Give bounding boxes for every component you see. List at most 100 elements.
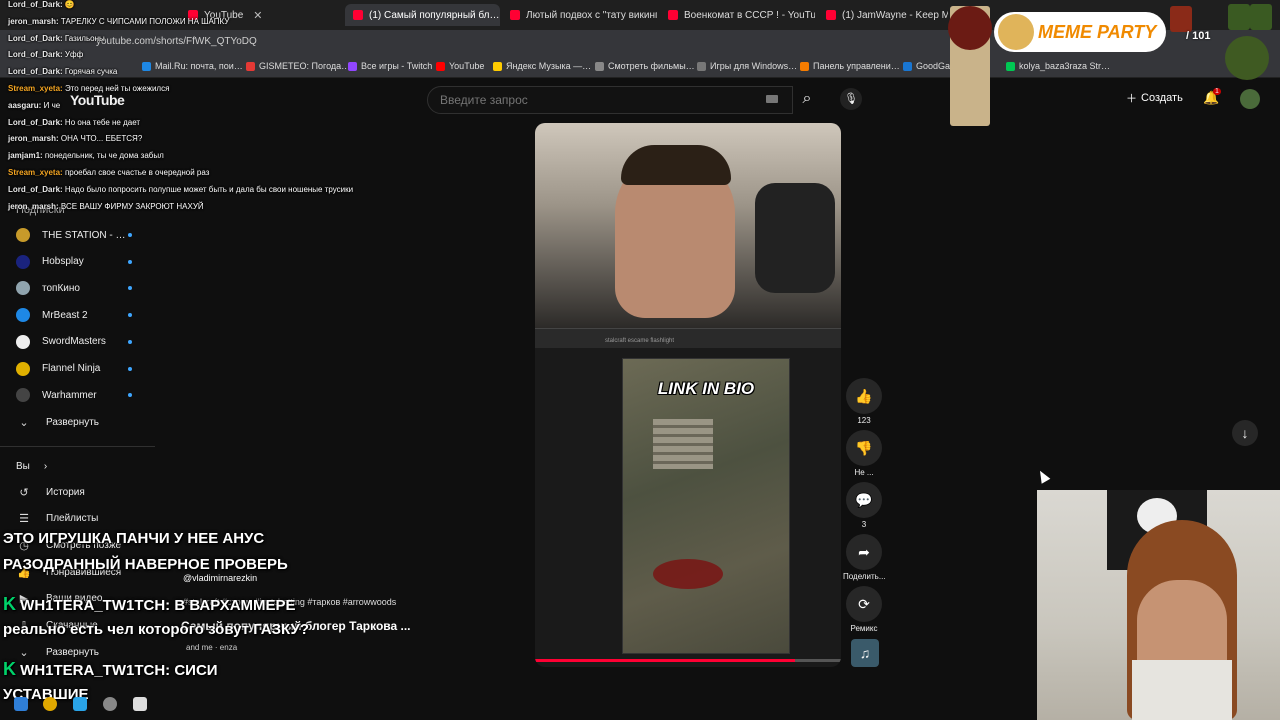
subscription-item[interactable]: Warhammer xyxy=(16,386,132,404)
bookmark-youtube[interactable]: YouTube xyxy=(436,61,484,71)
avatar[interactable] xyxy=(1240,89,1260,109)
browser-tab-active[interactable]: (1) Самый популярный бл…✕ xyxy=(345,4,500,26)
kick-badge-icon: K xyxy=(3,659,16,679)
chat-nick: Stream_xyeta: xyxy=(8,168,63,177)
youtube-icon xyxy=(510,10,520,20)
shorts-player[interactable]: stalcraft escame flashlight LINK IN BIO xyxy=(535,123,841,667)
share-icon: ➦ xyxy=(846,534,882,570)
game-search-text: stalcraft escame flashlight xyxy=(605,338,675,344)
chat-message: Lord_of_Dark: Уфф xyxy=(8,50,83,59)
viewer-counter: / 101 xyxy=(1186,30,1211,42)
audio-thumbnail[interactable]: ♫ xyxy=(851,639,879,667)
you-item[interactable]: ☰ Плейлисты xyxy=(16,510,98,528)
url-text[interactable]: youtube.com/shorts/FfWK_QTYoDQ xyxy=(96,36,257,47)
medal-icon xyxy=(1250,4,1272,30)
bookmark-gismeteo[interactable]: GISMETEO: Погода… xyxy=(246,61,350,71)
bookmark-films[interactable]: Смотреть фильмы… xyxy=(595,61,695,71)
subscription-item[interactable]: SwordMasters xyxy=(16,333,132,351)
live-dot xyxy=(128,313,132,318)
bookmark-panel[interactable]: Панель управлени… xyxy=(800,61,900,71)
music-label[interactable]: and me · enza xyxy=(186,643,237,652)
bookmark-twitch[interactable]: Все игры - Twitch xyxy=(348,61,432,71)
bookmarks-bar: Mail.Ru: почта, пои… GISMETEO: Погода… В… xyxy=(0,56,1280,78)
channel-avatar xyxy=(16,308,30,323)
youtube-header: YouTube ⌕ 🎙 ＋Создать 🔔 1 xyxy=(0,80,1280,120)
chat-nick: jeron_marsh: xyxy=(8,201,59,211)
subscription-item[interactable]: THE STATION - … xyxy=(16,226,132,244)
chat-message: Stream_xyeta: проебал свое счастье в оче… xyxy=(8,168,209,177)
browser-tab[interactable]: (1) JamWayne - Keep Moving xyxy=(818,4,948,26)
wax-seal xyxy=(948,6,992,50)
you-item[interactable]: ↺ История xyxy=(16,483,84,501)
share-button[interactable]: ➦ Поделить... xyxy=(843,534,886,581)
channel-avatar xyxy=(16,281,30,296)
live-dot xyxy=(128,286,132,291)
playlist-icon: ☰ xyxy=(19,513,29,526)
youtube-icon xyxy=(436,61,445,71)
chat-message: Stream_xyeta: Это перед ней ты ожежился xyxy=(8,84,169,93)
bookmark-kick[interactable]: kolya_baza3raza Str… xyxy=(1006,61,1110,71)
youtube-logo[interactable]: YouTube xyxy=(70,92,125,108)
chat-message: jeron_marsh: ВСЕ ВАШУ ФИРМУ ЗАКРОЮТ НАХУ… xyxy=(8,202,204,211)
live-dot xyxy=(128,259,132,264)
orc-emblem xyxy=(1225,36,1269,80)
video-progress-bar[interactable] xyxy=(535,659,841,662)
channel-avatar xyxy=(16,228,30,242)
search-input[interactable] xyxy=(428,87,728,113)
channel-avatar xyxy=(16,334,30,349)
thumbs-down-icon: 👎 xyxy=(846,430,882,466)
chat-text: Надо было попросить полупше может быть и… xyxy=(64,184,354,194)
close-icon[interactable]: ✕ xyxy=(253,9,262,22)
chat-text: проебал свое счастье в очередной раз xyxy=(64,168,210,177)
chat-nick: Lord_of_Dark: xyxy=(8,67,63,77)
chrome-icon[interactable] xyxy=(43,697,57,711)
chat-text: Это перед ней ты ожежился xyxy=(64,84,170,93)
chat-nick: Lord_of_Dark: xyxy=(8,0,63,9)
panel-icon xyxy=(800,61,809,71)
chat-message: aasgaru: И че xyxy=(8,101,60,110)
browser-tab[interactable]: Военкомат в СССР ! - YouTube✕ xyxy=(660,4,815,26)
caption-line: K WH1TERA_TW1TCH: СИСИ xyxy=(3,659,218,679)
youtube-icon xyxy=(668,10,678,20)
settings-icon[interactable] xyxy=(103,697,117,711)
arrow-down-icon[interactable]: ↓ xyxy=(1232,420,1258,446)
bookmark-yandex-music[interactable]: Яндекс Музыка —… xyxy=(493,61,591,71)
expand-subscriptions-button[interactable]: ⌄ Развернуть xyxy=(16,413,99,431)
search-icon[interactable]: ⌕ xyxy=(793,86,821,114)
bookmark-games[interactable]: Игры для Windows… xyxy=(697,61,797,71)
windows-start-icon[interactable] xyxy=(14,697,28,711)
chat-nick: Lord_of_Dark: xyxy=(8,184,63,194)
search-box[interactable] xyxy=(427,86,793,114)
subscription-item[interactable]: Hobsplay xyxy=(16,253,132,271)
browser-strip xyxy=(535,328,841,348)
kick-icon xyxy=(1006,61,1015,71)
chat-message: jamjam1: понедельник, ты че дома забыл xyxy=(8,151,164,160)
like-button[interactable]: 👍 123 xyxy=(843,378,885,425)
browser-tab[interactable]: Лютый подвох с "тату викингов"✕ xyxy=(502,4,657,26)
channel-avatar xyxy=(16,388,30,403)
subscription-item[interactable]: топКино xyxy=(16,279,132,297)
folder-icon xyxy=(595,61,604,71)
microphone-icon[interactable]: 🎙 xyxy=(840,88,862,110)
live-dot xyxy=(128,339,132,344)
goodgame-icon xyxy=(903,61,912,71)
app-icon[interactable] xyxy=(133,697,147,711)
comments-button[interactable]: 💬 3 xyxy=(843,482,885,529)
subscription-item[interactable]: Flannel Ninja xyxy=(16,360,132,378)
keyboard-icon[interactable] xyxy=(766,95,778,103)
chat-message: jeron_marsh: ТАРЕЛКУ С ЧИПСАМИ ПОЛОЖИ НА… xyxy=(8,17,229,26)
remix-button[interactable]: ⟳ Ремикс xyxy=(843,586,885,633)
chat-nick: Lord_of_Dark: xyxy=(8,33,63,43)
chevron-down-icon: ⌄ xyxy=(19,416,29,429)
dislike-button[interactable]: 👎 Не ... xyxy=(843,430,885,477)
you-section-title[interactable]: Вы › xyxy=(16,457,47,475)
chevron-down-icon: ⌄ xyxy=(19,646,29,659)
telegram-icon[interactable] xyxy=(73,697,87,711)
channel-handle[interactable]: @vladimirnarezkin xyxy=(183,573,257,583)
create-button[interactable]: ＋ Создать xyxy=(1126,90,1183,106)
streamer-hair xyxy=(621,145,731,185)
chat-text: Газильоны xyxy=(64,33,105,43)
chat-nick: aasgaru: xyxy=(8,100,42,110)
bookmark-mailru[interactable]: Mail.Ru: почта, пои… xyxy=(142,61,243,71)
subscription-item[interactable]: MrBeast 2 xyxy=(16,306,132,324)
